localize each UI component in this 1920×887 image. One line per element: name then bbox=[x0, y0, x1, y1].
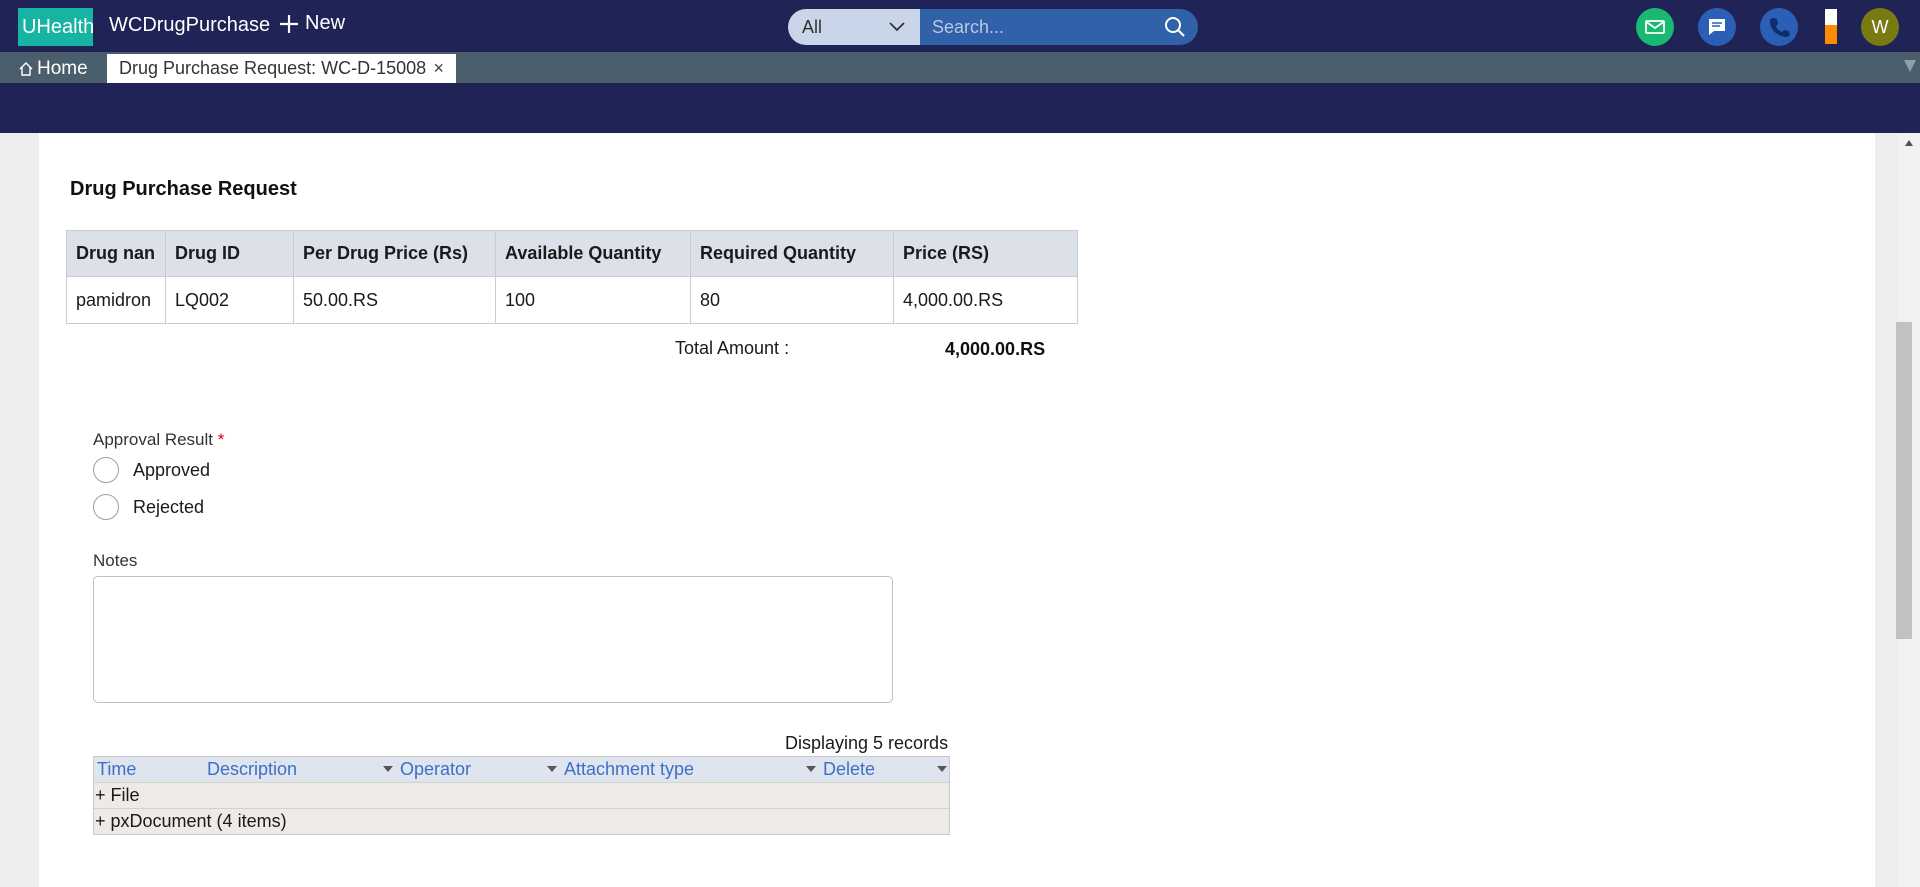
col-header-attachment-type[interactable]: Attachment type bbox=[564, 759, 694, 780]
search-scope-select[interactable]: All bbox=[788, 9, 920, 45]
cell-drug-id: LQ002 bbox=[165, 276, 294, 324]
chat-icon[interactable] bbox=[1698, 8, 1736, 46]
cell-drug-name: pamidron bbox=[66, 276, 166, 324]
cell-available-quantity: 100 bbox=[495, 276, 691, 324]
operator-filter-icon[interactable] bbox=[547, 766, 557, 772]
home-icon bbox=[19, 62, 33, 76]
envelope-glyph bbox=[1645, 20, 1665, 34]
logo-text: UHealth bbox=[22, 16, 95, 38]
top-header-bar: UHealth WCDrugPurchase New All W bbox=[0, 0, 1920, 52]
radio-approved[interactable]: Approved bbox=[93, 457, 210, 483]
cell-required-quantity: 80 bbox=[690, 276, 894, 324]
app-logo[interactable]: UHealth bbox=[18, 8, 95, 46]
plus-icon bbox=[280, 14, 298, 33]
tab-overflow-icon[interactable] bbox=[1904, 60, 1916, 72]
radio-approved-label: Approved bbox=[133, 459, 211, 480]
phone-glyph bbox=[1770, 18, 1790, 37]
approval-result-label: Approval Result * bbox=[93, 430, 224, 450]
radio-rejected-label: Rejected bbox=[133, 496, 205, 517]
description-filter-icon[interactable] bbox=[383, 766, 393, 772]
radio-approved-circle[interactable] bbox=[93, 457, 119, 483]
global-search: All bbox=[788, 9, 1198, 45]
col-header-operator[interactable]: Operator bbox=[400, 759, 471, 780]
search-icon[interactable] bbox=[1164, 16, 1186, 38]
approval-result-label-text: Approval Result bbox=[93, 430, 214, 449]
status-level-indicator[interactable] bbox=[1825, 9, 1837, 44]
radio-rejected-circle[interactable] bbox=[93, 494, 119, 520]
attachment-type-filter-icon[interactable] bbox=[806, 766, 816, 772]
search-box bbox=[920, 9, 1198, 45]
scrollbar-thumb[interactable] bbox=[1896, 322, 1912, 639]
group-row-pxdocument[interactable]: + pxDocument (4 items) bbox=[94, 808, 949, 834]
total-amount-value: 4,000.00.RS bbox=[945, 339, 1046, 359]
col-header-delete[interactable]: Delete bbox=[823, 759, 875, 780]
section-title: Drug Purchase Request bbox=[70, 178, 297, 200]
col-header-per-drug-price[interactable]: Per Drug Price (Rs) bbox=[293, 230, 496, 277]
new-button[interactable]: New bbox=[279, 12, 345, 35]
cell-price: 4,000.00.RS bbox=[893, 276, 1078, 324]
search-input[interactable] bbox=[932, 16, 1164, 38]
scroll-up-arrow-icon[interactable] bbox=[1905, 140, 1913, 146]
col-header-available-quantity[interactable]: Available Quantity bbox=[495, 230, 691, 277]
app-title[interactable]: WCDrugPurchase bbox=[109, 14, 270, 37]
group-row-file[interactable]: + File bbox=[94, 782, 949, 808]
drug-table: Drug nan Drug ID Per Drug Price (Rs) Ava… bbox=[66, 230, 1078, 324]
new-button-label: New bbox=[305, 12, 346, 34]
tab-home-label: Home bbox=[37, 58, 88, 79]
chevron-down-icon bbox=[889, 22, 905, 32]
close-tab-icon[interactable]: × bbox=[433, 58, 444, 79]
tab-home[interactable]: Home bbox=[18, 58, 88, 80]
tab-drug-purchase-request-label: Drug Purchase Request: WC-D-15008 bbox=[119, 58, 427, 78]
col-header-price[interactable]: Price (RS) bbox=[893, 230, 1078, 277]
records-count: Displaying 5 records bbox=[785, 733, 949, 753]
attachments-header-row: Time Description Operator Attachment typ… bbox=[94, 757, 949, 782]
attachments-grid: Time Description Operator Attachment typ… bbox=[93, 756, 950, 835]
status-level-fill bbox=[1825, 24, 1837, 44]
drug-table-header-row: Drug nan Drug ID Per Drug Price (Rs) Ava… bbox=[66, 230, 1078, 277]
notes-label: Notes bbox=[93, 551, 138, 570]
user-avatar[interactable]: W bbox=[1861, 8, 1899, 46]
tab-strip: Home Drug Purchase Request: WC-D-15008 × bbox=[0, 52, 1920, 83]
chat-bubble-glyph bbox=[1709, 19, 1725, 35]
notes-textarea[interactable] bbox=[93, 576, 893, 703]
search-scope-value: All bbox=[802, 16, 823, 37]
table-row: pamidron LQ002 50.00.RS 100 80 4,000.00.… bbox=[66, 276, 1078, 324]
col-header-drug-id[interactable]: Drug ID bbox=[165, 230, 294, 277]
cell-per-drug-price: 50.00.RS bbox=[293, 276, 496, 324]
col-header-description[interactable]: Description bbox=[207, 759, 297, 780]
radio-rejected[interactable]: Rejected bbox=[93, 494, 204, 520]
tab-drug-purchase-request[interactable]: Drug Purchase Request: WC-D-15008 × bbox=[107, 54, 456, 83]
total-amount-label: Total Amount : bbox=[675, 338, 790, 358]
col-header-required-quantity[interactable]: Required Quantity bbox=[690, 230, 894, 277]
delete-filter-icon[interactable] bbox=[937, 766, 947, 772]
phone-icon[interactable] bbox=[1760, 8, 1798, 46]
col-header-time[interactable]: Time bbox=[97, 759, 136, 780]
mail-icon[interactable] bbox=[1636, 8, 1674, 46]
col-header-drug-name[interactable]: Drug nan bbox=[66, 230, 166, 277]
required-marker: * bbox=[217, 430, 225, 449]
header-band bbox=[0, 83, 1920, 133]
